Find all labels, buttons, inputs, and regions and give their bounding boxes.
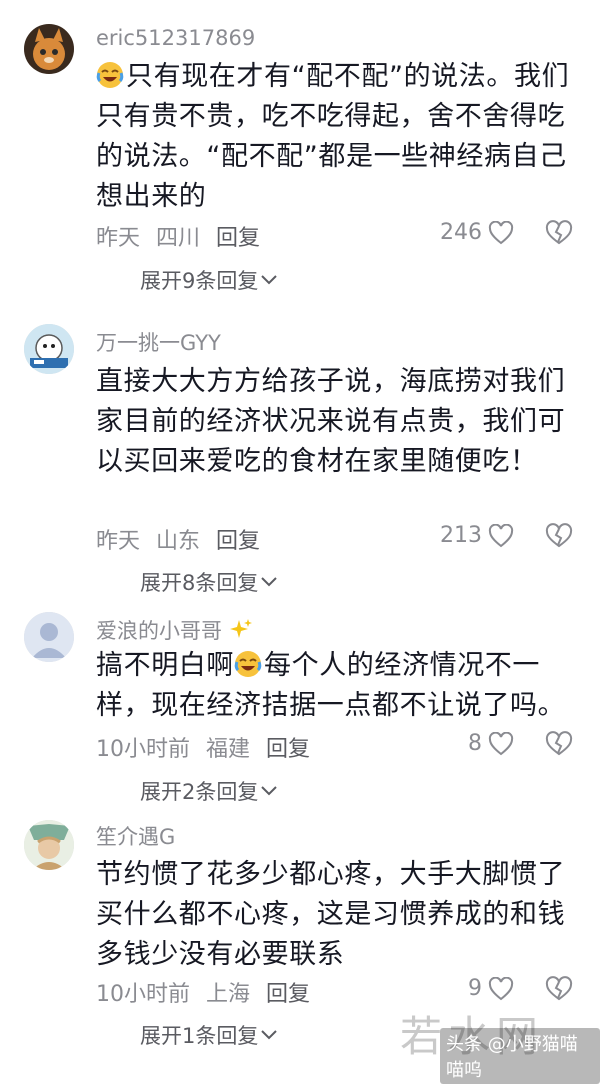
sparkles-emoji <box>229 619 252 638</box>
avatar[interactable] <box>24 24 74 74</box>
watermark-credit: 头条 @小野猫喵喵呜 <box>440 1028 600 1084</box>
comment-text-content: 只有现在才有“配不配”的说法。我们只有贵不贵，吃不吃得起，舍不舍得吃的说法。“配… <box>96 61 570 212</box>
expand-replies-label: 展开8条回复 <box>140 571 259 595</box>
broken-heart-icon[interactable] <box>544 731 574 757</box>
like-count: 8 <box>468 731 482 756</box>
chevron-down-icon <box>261 275 278 285</box>
comment-text: 只有现在才有“配不配”的说法。我们只有贵不贵，吃不吃得起，舍不舍得吃的说法。“配… <box>96 57 578 217</box>
username[interactable]: eric512317869 <box>96 26 255 50</box>
avatar[interactable] <box>24 612 74 662</box>
crying-laughing-emoji <box>96 62 124 88</box>
like-count: 9 <box>468 976 482 1001</box>
like-button[interactable]: 9 <box>468 976 514 1001</box>
heart-outline-icon <box>488 976 514 1000</box>
comment-meta: 10小时前 福建 回复 <box>96 731 326 763</box>
comment-location: 福建 <box>206 737 251 762</box>
chevron-down-icon <box>261 786 278 796</box>
comment-meta: 10小时前 上海 回复 <box>96 976 326 1008</box>
comment-time: 10小时前 <box>96 982 190 1007</box>
comment-text: 节约惯了花多少都心疼，大手大脚惯了买什么都不心疼，这是习惯养成的和钱多钱少没有必… <box>96 859 566 970</box>
avatar[interactable] <box>24 820 74 870</box>
crying-laughing-emoji <box>234 651 262 677</box>
username[interactable]: 笙介遇G <box>96 821 175 851</box>
broken-heart-icon[interactable] <box>544 220 574 246</box>
reply-button[interactable]: 回复 <box>266 982 310 1007</box>
username[interactable]: 万一挑一GYY <box>96 327 221 357</box>
comment-location: 山东 <box>156 529 201 554</box>
broken-heart-icon[interactable] <box>544 523 574 549</box>
like-count: 213 <box>440 523 482 548</box>
avatar[interactable] <box>24 324 74 374</box>
comment-text-before: 搞不明白啊 <box>96 650 234 681</box>
broken-heart-icon[interactable] <box>544 976 574 1002</box>
reply-button[interactable]: 回复 <box>266 737 310 762</box>
comment-time: 10小时前 <box>96 737 190 762</box>
username[interactable]: 爱浪的小哥哥 <box>96 615 253 645</box>
heart-outline-icon <box>488 220 514 244</box>
comment-time: 昨天 <box>96 529 141 554</box>
like-button[interactable]: 246 <box>440 220 514 245</box>
like-button[interactable]: 8 <box>468 731 514 756</box>
comment-time: 昨天 <box>96 226 141 251</box>
heart-outline-icon <box>488 523 514 547</box>
expand-replies-label: 展开9条回复 <box>140 269 259 293</box>
expand-replies-button[interactable]: 展开9条回复 <box>140 265 278 295</box>
comment-meta: 昨天 山东 回复 <box>96 523 276 555</box>
like-count: 246 <box>440 220 482 245</box>
like-button[interactable]: 213 <box>440 523 514 548</box>
comment-location: 上海 <box>206 982 251 1007</box>
chevron-down-icon <box>261 1030 278 1040</box>
expand-replies-label: 展开2条回复 <box>140 780 259 804</box>
expand-replies-button[interactable]: 展开8条回复 <box>140 567 278 597</box>
expand-replies-button[interactable]: 展开2条回复 <box>140 776 278 806</box>
heart-outline-icon <box>488 731 514 755</box>
comment-meta: 昨天 四川 回复 <box>96 220 276 252</box>
comment-location: 四川 <box>156 226 201 251</box>
username-text: 爱浪的小哥哥 <box>96 619 222 643</box>
comment-text: 搞不明白啊 每个人的经济情况不一样，现在经济拮据一点都不让说了吗。 <box>96 646 578 726</box>
chevron-down-icon <box>261 577 278 587</box>
expand-replies-button[interactable]: 展开1条回复 <box>140 1020 278 1050</box>
reply-button[interactable]: 回复 <box>216 529 260 554</box>
comment-text: 直接大大方方给孩子说，海底捞对我们家目前的经济状况来说有点贵，我们可以买回来爱吃… <box>96 366 566 477</box>
reply-button[interactable]: 回复 <box>216 226 260 251</box>
expand-replies-label: 展开1条回复 <box>140 1024 259 1048</box>
